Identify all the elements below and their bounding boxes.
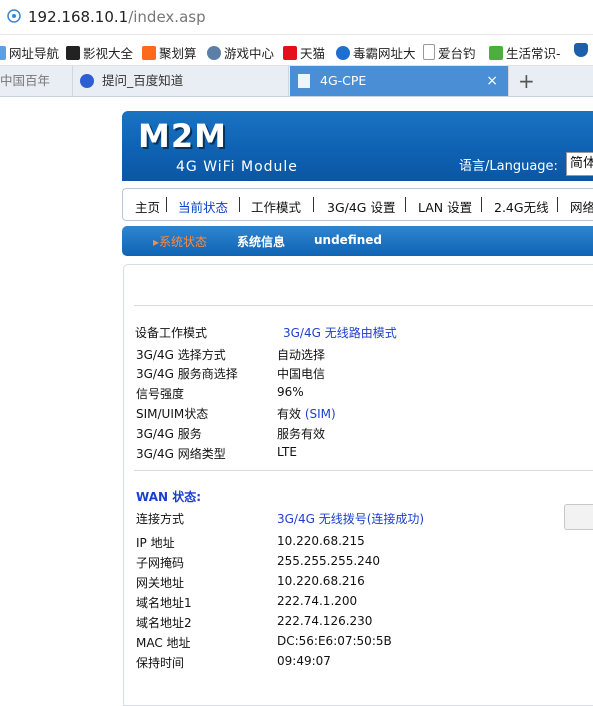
language-label: 语言/Language: bbox=[459, 159, 558, 174]
shield-icon[interactable] bbox=[574, 43, 591, 59]
dns2-value: 222.74.126.230 bbox=[277, 614, 373, 628]
nav-network[interactable]: 网络 bbox=[570, 197, 593, 216]
divider bbox=[134, 470, 593, 471]
wan-conn-value: 3G/4G 无线拨号(连接成功) bbox=[277, 512, 425, 526]
status-value: 中国电信 bbox=[277, 367, 326, 381]
page-icon bbox=[423, 44, 435, 60]
tab-strip: 中国百年 提问_百度知道 4G-CPE × + bbox=[0, 66, 593, 97]
wan-status-title: WAN 状态: bbox=[136, 490, 202, 504]
globe-icon bbox=[0, 46, 6, 60]
nav-current-status[interactable]: 当前状态 bbox=[178, 197, 228, 216]
nav-lan-settings[interactable]: LAN 设置 bbox=[418, 197, 472, 216]
subnav-undefined[interactable]: undefined bbox=[314, 233, 382, 247]
bookmark-item[interactable]: 毒霸网址大 bbox=[336, 43, 416, 61]
juhuasuan-icon bbox=[142, 46, 156, 60]
bookmark-item[interactable]: 网址导航 bbox=[0, 43, 59, 61]
bookmark-item[interactable]: 爱台钓 bbox=[423, 43, 476, 61]
status-value: 自动选择 bbox=[277, 348, 326, 362]
language-select[interactable]: 简体 bbox=[566, 152, 593, 176]
uptime-value: 09:49:07 bbox=[277, 654, 331, 668]
status-label: 3G/4G 网络类型 bbox=[136, 447, 226, 461]
wan-label: 子网掩码 bbox=[136, 556, 185, 570]
nav-separator bbox=[405, 197, 406, 212]
status-label: 3G/4G 服务商选择 bbox=[136, 367, 238, 381]
new-tab-button[interactable]: + bbox=[518, 69, 535, 93]
nav-separator bbox=[166, 197, 167, 212]
wan-label: 网关地址 bbox=[136, 576, 185, 590]
duba-icon bbox=[336, 46, 350, 60]
bookmark-item[interactable]: 影视大全 bbox=[66, 43, 133, 61]
sub-nav: ▸系统状态 系统信息 undefined bbox=[122, 226, 593, 256]
status-label: SIM/UIM状态 bbox=[136, 407, 209, 421]
subnav-system-info[interactable]: 系统信息 bbox=[237, 233, 285, 250]
bookmark-item[interactable]: 天猫 bbox=[283, 43, 325, 61]
tab-4g-cpe[interactable]: 4G-CPE × bbox=[290, 66, 509, 96]
nav-separator bbox=[481, 197, 482, 212]
sim-status-value: 有效 (SIM) bbox=[277, 407, 336, 421]
nav-wireless-24g[interactable]: 2.4G无线 bbox=[494, 197, 549, 216]
page-icon bbox=[298, 74, 310, 88]
security-icon bbox=[574, 43, 588, 57]
nav-work-mode[interactable]: 工作模式 bbox=[251, 197, 301, 216]
nav-home[interactable]: 主页 bbox=[135, 197, 160, 216]
baidu-paw-icon bbox=[80, 74, 94, 88]
site-info-icon[interactable] bbox=[7, 9, 21, 23]
gateway-value: 10.220.68.216 bbox=[277, 574, 365, 588]
tmall-icon bbox=[283, 46, 297, 60]
signal-strength-value: 96% bbox=[277, 385, 304, 399]
status-label: 3G/4G 选择方式 bbox=[136, 348, 226, 362]
close-tab-icon[interactable]: × bbox=[486, 66, 498, 96]
tab-baidu-zhidao[interactable]: 提问_百度知道 bbox=[72, 66, 289, 96]
brand-logo: M2M bbox=[138, 117, 227, 155]
wan-label: 域名地址2 bbox=[136, 616, 192, 630]
bookmarks-bar: 网址导航 影视大全 聚划算 游戏中心 天猫 毒霸网址大 爱台钓 生活常识- bbox=[0, 35, 593, 66]
wan-label: 域名地址1 bbox=[136, 596, 192, 610]
subnet-mask-value: 255.255.255.240 bbox=[277, 554, 381, 568]
url-text[interactable]: 192.168.10.1/index.asp bbox=[28, 8, 206, 26]
nav-3g4g-settings[interactable]: 3G/4G 设置 bbox=[327, 197, 395, 216]
module-subtitle: 4G WiFi Module bbox=[176, 159, 298, 175]
status-label: 3G/4G 服务 bbox=[136, 427, 202, 441]
tab-baidu-history[interactable]: 中国百年 bbox=[0, 66, 73, 96]
main-nav: 主页 当前状态 工作模式 3G/4G 设置 LAN 设置 2.4G无线 网络 bbox=[122, 188, 593, 221]
wan-label: IP 地址 bbox=[136, 536, 175, 550]
bookmark-item[interactable]: 生活常识- bbox=[489, 43, 561, 61]
mac-address-value: DC:56:E6:07:50:5B bbox=[277, 634, 392, 648]
device-mode-value: 3G/4G 无线路由模式 bbox=[283, 326, 397, 340]
leaf-icon bbox=[489, 46, 503, 60]
device-mode-label: 设备工作模式 bbox=[135, 326, 208, 340]
address-bar[interactable]: 192.168.10.1/index.asp bbox=[0, 0, 593, 35]
ip-address-value: 10.220.68.215 bbox=[277, 534, 365, 548]
nav-separator bbox=[557, 197, 558, 212]
page-header: M2M 4G WiFi Module 语言/Language: 简体 bbox=[122, 111, 593, 181]
subnav-system-status[interactable]: ▸系统状态 bbox=[153, 233, 207, 250]
router-page: M2M 4G WiFi Module 语言/Language: 简体 主页 当前… bbox=[0, 97, 593, 706]
bookmark-item[interactable]: 聚划算 bbox=[142, 43, 197, 61]
wan-action-button[interactable] bbox=[564, 504, 593, 530]
wan-conn-label: 连接方式 bbox=[136, 512, 185, 526]
film-icon bbox=[66, 46, 80, 60]
nav-separator bbox=[313, 197, 314, 212]
wan-label: MAC 地址 bbox=[136, 636, 191, 650]
network-type-value: LTE bbox=[277, 445, 297, 459]
divider bbox=[134, 305, 593, 306]
nav-separator bbox=[239, 197, 240, 212]
bookmark-item[interactable]: 游戏中心 bbox=[207, 43, 274, 61]
game-icon bbox=[207, 46, 221, 60]
dns1-value: 222.74.1.200 bbox=[277, 594, 358, 608]
wan-label: 保持时间 bbox=[136, 656, 185, 670]
status-panel: 设备工作模式 3G/4G 无线路由模式 3G/4G 选择方式 自动选择 3G/4… bbox=[123, 264, 593, 706]
status-label: 信号强度 bbox=[136, 387, 185, 401]
status-value: 服务有效 bbox=[277, 427, 326, 441]
